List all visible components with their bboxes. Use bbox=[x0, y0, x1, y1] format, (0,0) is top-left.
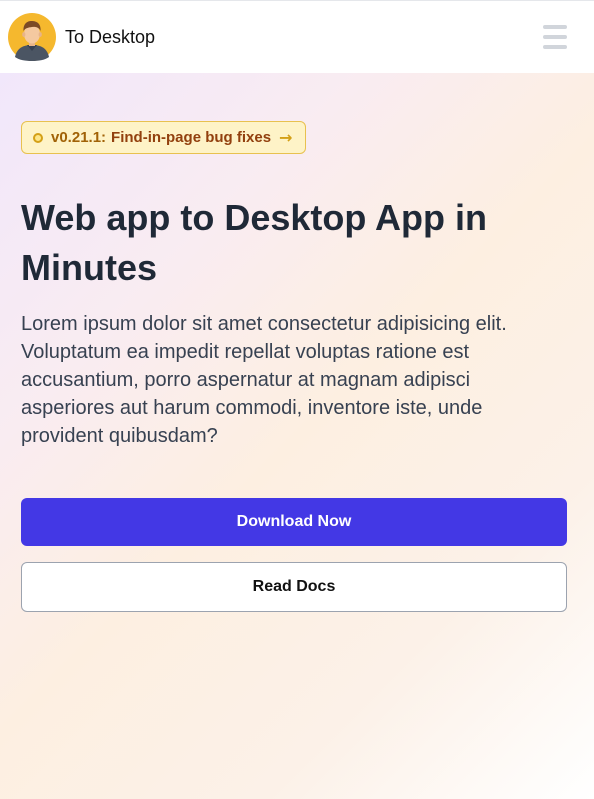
release-separator: : bbox=[101, 129, 107, 146]
brand-name: To Desktop bbox=[65, 26, 156, 47]
menu-bar bbox=[543, 25, 567, 29]
status-dot-icon bbox=[33, 132, 43, 143]
menu-bar bbox=[543, 35, 567, 39]
page-title: Web app to Desktop App in Minutes bbox=[21, 197, 487, 288]
hamburger-menu-icon[interactable] bbox=[543, 25, 567, 49]
user-avatar-icon bbox=[8, 13, 56, 61]
brand-link[interactable]: To Desktop bbox=[8, 13, 155, 61]
release-version: v0.21.1 bbox=[51, 129, 102, 146]
release-note: Find-in-page bug fixes bbox=[111, 129, 272, 146]
hero-section: v0.21.1 : Find-in-page bug fixes → Web a… bbox=[0, 73, 594, 799]
release-badge[interactable]: v0.21.1 : Find-in-page bug fixes → bbox=[21, 121, 307, 154]
download-now-button[interactable]: Download Now bbox=[21, 498, 567, 546]
hero-description: Lorem ipsum dolor sit amet consectetur a… bbox=[21, 313, 507, 447]
menu-bar bbox=[543, 45, 567, 49]
read-docs-button[interactable]: Read Docs bbox=[21, 562, 567, 612]
top-navbar: To Desktop bbox=[0, 0, 594, 73]
arrow-right-icon: → bbox=[279, 128, 293, 147]
